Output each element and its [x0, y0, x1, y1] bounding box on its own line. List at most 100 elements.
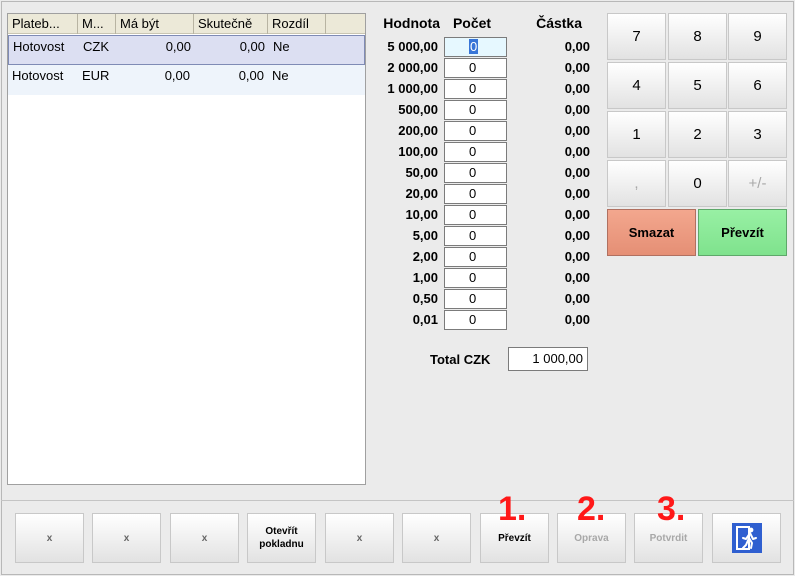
cell-currency: CZK: [83, 39, 109, 54]
count-input[interactable]: 0: [444, 120, 507, 141]
count-input[interactable]: 0: [444, 36, 507, 57]
key-comma[interactable]: ,: [607, 160, 666, 207]
key-8[interactable]: 8: [668, 13, 727, 60]
total-label: Total CZK: [430, 351, 491, 367]
denomination-value: 20,00: [405, 186, 438, 201]
function-button-2[interactable]: x: [92, 513, 161, 563]
function-button-3[interactable]: x: [170, 513, 239, 563]
denomination-amount: 0,00: [564, 123, 590, 138]
denomination-amount: 0,00: [564, 165, 590, 180]
denomination-value: 0,50: [412, 291, 438, 306]
denomination-value: 0,01: [412, 312, 438, 327]
header-value: Hodnota: [383, 15, 440, 31]
denomination-row: 1,00 0 0,00: [378, 267, 598, 288]
denomination-amount: 0,00: [564, 312, 590, 327]
cell-currency: EUR: [82, 68, 110, 83]
denomination-amount: 0,00: [564, 228, 590, 243]
denomination-value: 50,00: [405, 165, 438, 180]
step-1-label: 1.: [498, 490, 527, 528]
denomination-row: 1 000,00 0 0,00: [378, 78, 598, 99]
function-button-5[interactable]: x: [325, 513, 394, 563]
denomination-amount: 0,00: [564, 249, 590, 264]
function-button-1[interactable]: x: [15, 513, 84, 563]
denomination-row: 2 000,00 0 0,00: [378, 57, 598, 78]
accept-keypad-button[interactable]: Převzít: [698, 209, 787, 256]
denomination-row: 0,50 0 0,00: [378, 288, 598, 309]
denomination-amount: 0,00: [564, 291, 590, 306]
open-register-button[interactable]: Otevřít pokladnu: [247, 513, 316, 563]
table-row[interactable]: Hotovost EUR 0,00 0,00 Ne: [8, 65, 365, 95]
cell-expected: 0,00: [165, 39, 191, 54]
cell-payment-type: Hotovost: [12, 68, 64, 83]
step-3-label: 3.: [657, 490, 686, 528]
denomination-value: 100,00: [398, 144, 438, 159]
denomination-value: 5 000,00: [387, 39, 438, 54]
key-2[interactable]: 2: [668, 111, 727, 158]
key-3[interactable]: 3: [728, 111, 787, 158]
denomination-row: 100,00 0 0,00: [378, 141, 598, 162]
column-header-payment-type[interactable]: Plateb...: [8, 14, 78, 34]
denomination-row: 200,00 0 0,00: [378, 120, 598, 141]
denomination-value: 1,00: [412, 270, 438, 285]
key-1[interactable]: 1: [607, 111, 666, 158]
key-5[interactable]: 5: [668, 62, 727, 109]
count-input[interactable]: 0: [444, 162, 507, 183]
denomination-row: 20,00 0 0,00: [378, 183, 598, 204]
function-button-6[interactable]: x: [402, 513, 471, 563]
denomination-amount: 0,00: [564, 144, 590, 159]
count-input[interactable]: 0: [444, 141, 507, 162]
denominations-panel: Hodnota Počet Částka 5 000,00 0 0,00 2 0…: [378, 12, 598, 330]
denomination-amount: 0,00: [564, 207, 590, 222]
header-count: Počet: [452, 15, 492, 31]
cell-difference: Ne: [272, 68, 289, 83]
count-input[interactable]: 0: [444, 309, 507, 330]
count-input[interactable]: 0: [444, 225, 507, 246]
exit-button[interactable]: [712, 513, 781, 563]
column-header-currency[interactable]: M...: [78, 14, 116, 34]
count-input[interactable]: 0: [444, 267, 507, 288]
column-header-expected[interactable]: Má být: [116, 14, 194, 34]
key-6[interactable]: 6: [728, 62, 787, 109]
denomination-amount: 0,00: [564, 60, 590, 75]
denomination-row: 2,00 0 0,00: [378, 246, 598, 267]
denomination-value: 2 000,00: [387, 60, 438, 75]
count-input[interactable]: 0: [444, 204, 507, 225]
count-input[interactable]: 0: [444, 246, 507, 267]
table-row[interactable]: Hotovost CZK 0,00 0,00 Ne: [8, 35, 365, 65]
denomination-row: 5,00 0 0,00: [378, 225, 598, 246]
cell-difference: Ne: [273, 39, 290, 54]
grid-header: Plateb... M... Má být Skutečně Rozdíl: [8, 14, 365, 34]
denomination-value: 200,00: [398, 123, 438, 138]
key-0[interactable]: 0: [668, 160, 727, 207]
denomination-row: 5 000,00 0 0,00: [378, 36, 598, 57]
count-input[interactable]: 0: [444, 288, 507, 309]
count-value: 0: [469, 38, 479, 54]
delete-button[interactable]: Smazat: [607, 209, 696, 256]
cell-payment-type: Hotovost: [13, 39, 65, 54]
denomination-row: 10,00 0 0,00: [378, 204, 598, 225]
denomination-value: 500,00: [398, 102, 438, 117]
total-row: Total CZK 1 000,00: [430, 347, 588, 371]
count-input[interactable]: 0: [444, 57, 507, 78]
cell-expected: 0,00: [164, 68, 190, 83]
key-9[interactable]: 9: [728, 13, 787, 60]
count-input[interactable]: 0: [444, 78, 507, 99]
exit-icon: [731, 523, 762, 553]
cell-actual: 0,00: [239, 39, 265, 54]
cell-actual: 0,00: [238, 68, 264, 83]
count-input[interactable]: 0: [444, 99, 507, 120]
denomination-value: 10,00: [405, 207, 438, 222]
denominations-header: Hodnota Počet Částka: [378, 12, 598, 36]
denomination-amount: 0,00: [564, 81, 590, 96]
column-header-actual[interactable]: Skutečně: [194, 14, 268, 34]
column-header-difference[interactable]: Rozdíl: [268, 14, 326, 34]
step-2-label: 2.: [577, 490, 606, 528]
denomination-amount: 0,00: [564, 39, 590, 54]
denomination-amount: 0,00: [564, 186, 590, 201]
denomination-row: 50,00 0 0,00: [378, 162, 598, 183]
key-plus-minus[interactable]: +/-: [728, 160, 787, 207]
denomination-row: 0,01 0 0,00: [378, 309, 598, 330]
count-input[interactable]: 0: [444, 183, 507, 204]
key-4[interactable]: 4: [607, 62, 666, 109]
key-7[interactable]: 7: [607, 13, 666, 60]
